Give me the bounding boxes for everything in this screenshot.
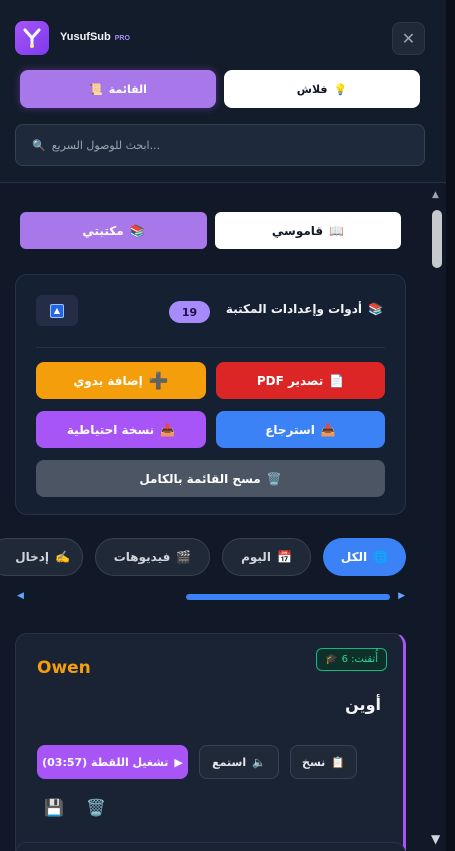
- collapse-button[interactable]: ▲: [36, 295, 78, 326]
- tab-my-dictionary-label: قاموسي: [271, 223, 324, 238]
- next-word-card: [15, 842, 406, 851]
- tab-list[interactable]: 📜 القائمة: [20, 70, 216, 108]
- tools-title-text: أدوات وإعدادات المكتبة: [225, 302, 363, 316]
- speaker-icon: 🔈: [252, 755, 266, 769]
- app-logo-icon: [15, 21, 49, 55]
- filter-all-label: الكل: [340, 550, 368, 564]
- filter-today[interactable]: اليوم 📅: [222, 538, 311, 576]
- listen-button[interactable]: استمع 🔈: [199, 745, 279, 779]
- filter-input[interactable]: إدخال ✍️: [0, 538, 83, 576]
- restore-button[interactable]: استرجاع 📥: [216, 411, 385, 448]
- clipboard-icon: 📋: [331, 755, 345, 769]
- brand-pro-tag: PRO: [114, 35, 130, 42]
- tab-my-library[interactable]: مكتبتي 📚: [20, 212, 207, 249]
- calendar-icon: 📅: [276, 550, 292, 564]
- copy-button[interactable]: نسخ 📋: [290, 745, 357, 779]
- mastered-badge: أُتقنت: 6 🎓: [316, 648, 387, 671]
- filter-scroll-thumb[interactable]: [186, 594, 390, 600]
- export-pdf-button[interactable]: PDF تصدير 📄: [216, 362, 385, 399]
- library-tools-panel: ▲ 19 📚 أدوات وإعدادات المكتبة إضافة يدوي…: [15, 274, 406, 515]
- word-text: Owen: [37, 658, 91, 678]
- triangle-up-icon: ▲: [50, 303, 64, 318]
- books-icon: 📚: [368, 302, 383, 316]
- backup-label: نسخة احتياطية: [66, 422, 155, 437]
- inbox-tray-icon: 📥: [160, 422, 176, 437]
- writing-hand-icon: ✍️: [55, 550, 70, 564]
- word-card: Owen أُتقنت: 6 🎓 أوين تشغيل اللقطة (03:5…: [15, 633, 406, 851]
- header: YusufSub PRO ✕ 📜 القائمة فلاش 💡 🔍 ابحث لل…: [0, 0, 446, 183]
- search-icon: 🔍: [32, 138, 46, 152]
- tab-my-dictionary[interactable]: قاموسي 📖: [215, 212, 401, 249]
- filter-today-label: اليوم: [241, 550, 271, 564]
- add-manual-button[interactable]: إضافة يدوي ➕: [36, 362, 206, 399]
- add-manual-label: إضافة يدوي: [73, 373, 143, 388]
- filter-all[interactable]: الكل 🌐: [323, 538, 406, 576]
- save-icon[interactable]: 💾: [43, 796, 65, 818]
- scroll-down-icon[interactable]: ▼: [431, 832, 440, 846]
- close-icon: ✕: [401, 29, 416, 48]
- globe-icon: 🌐: [373, 550, 389, 564]
- clapper-icon: 🎬: [176, 550, 192, 564]
- trash-icon[interactable]: 🗑️: [85, 796, 107, 818]
- open-book-icon: 📖: [329, 223, 345, 238]
- filter-bar: الكل 🌐 اليوم 📅 فيديوهات 🎬 إدخال ✍️: [0, 538, 428, 580]
- filter-videos-label: فيديوهات: [113, 550, 171, 564]
- copy-label: نسخ: [302, 755, 326, 769]
- play-icon: ▶: [174, 755, 183, 769]
- play-clip-button[interactable]: تشغيل اللقطة (03:57) ▶: [37, 745, 188, 779]
- scroll-up-icon[interactable]: ▲: [432, 190, 439, 200]
- vertical-scroll-thumb[interactable]: [432, 210, 442, 268]
- filter-videos[interactable]: فيديوهات 🎬: [95, 538, 210, 576]
- tab-my-library-label: مكتبتي: [82, 223, 124, 238]
- plus-icon: ➕: [148, 371, 169, 390]
- clear-all-button[interactable]: مسح القائمة بالكامل 🗑️: [36, 460, 385, 497]
- count-badge: 19: [169, 301, 210, 323]
- content-area: مكتبتي 📚 قاموسي 📖 ▲ 19 📚 أدوات وإعدادات …: [0, 184, 428, 851]
- app-panel: YusufSub PRO ✕ 📜 القائمة فلاش 💡 🔍 ابحث لل…: [0, 0, 446, 851]
- inbox-tray-icon: 📥: [320, 422, 336, 437]
- brand-name: YusufSub PRO: [60, 31, 130, 43]
- filter-input-label: إدخال: [15, 550, 50, 564]
- filter-scrollbar[interactable]: ◀ ▶: [17, 591, 405, 603]
- tab-flash[interactable]: فلاش 💡: [224, 70, 420, 108]
- close-button[interactable]: ✕: [392, 22, 425, 55]
- listen-label: استمع: [212, 755, 247, 769]
- books-icon: 📚: [129, 223, 145, 238]
- scroll-right-icon[interactable]: ▶: [398, 591, 405, 601]
- divider: [36, 347, 385, 348]
- search-input[interactable]: 🔍 ابحث للوصول السريع...: [15, 124, 425, 166]
- brand-text: YusufSub: [60, 31, 111, 43]
- tools-title: 📚 أدوات وإعدادات المكتبة: [226, 302, 383, 316]
- export-pdf-label: PDF تصدير: [256, 373, 324, 388]
- backup-button[interactable]: نسخة احتياطية 📥: [36, 411, 206, 448]
- clear-all-label: مسح القائمة بالكامل: [139, 471, 261, 486]
- tab-list-label: القائمة: [108, 82, 147, 96]
- scroll-icon: 📜: [89, 82, 103, 96]
- mastered-text: أُتقنت: 6: [341, 654, 378, 665]
- vertical-scrollbar[interactable]: ▲ ▼: [428, 184, 446, 851]
- translation-text: أوين: [345, 695, 381, 714]
- play-clip-label: تشغيل اللقطة (03:57): [42, 755, 169, 769]
- lightbulb-icon: 💡: [333, 82, 348, 96]
- search-placeholder: ابحث للوصول السريع...: [51, 138, 161, 152]
- tab-flash-label: فلاش: [296, 82, 328, 96]
- scroll-left-icon[interactable]: ◀: [17, 591, 24, 601]
- trash-icon: 🗑️: [266, 471, 282, 486]
- graduation-cap-icon: 🎓: [325, 654, 338, 665]
- document-icon: 📄: [329, 373, 345, 388]
- restore-label: استرجاع: [265, 422, 315, 437]
